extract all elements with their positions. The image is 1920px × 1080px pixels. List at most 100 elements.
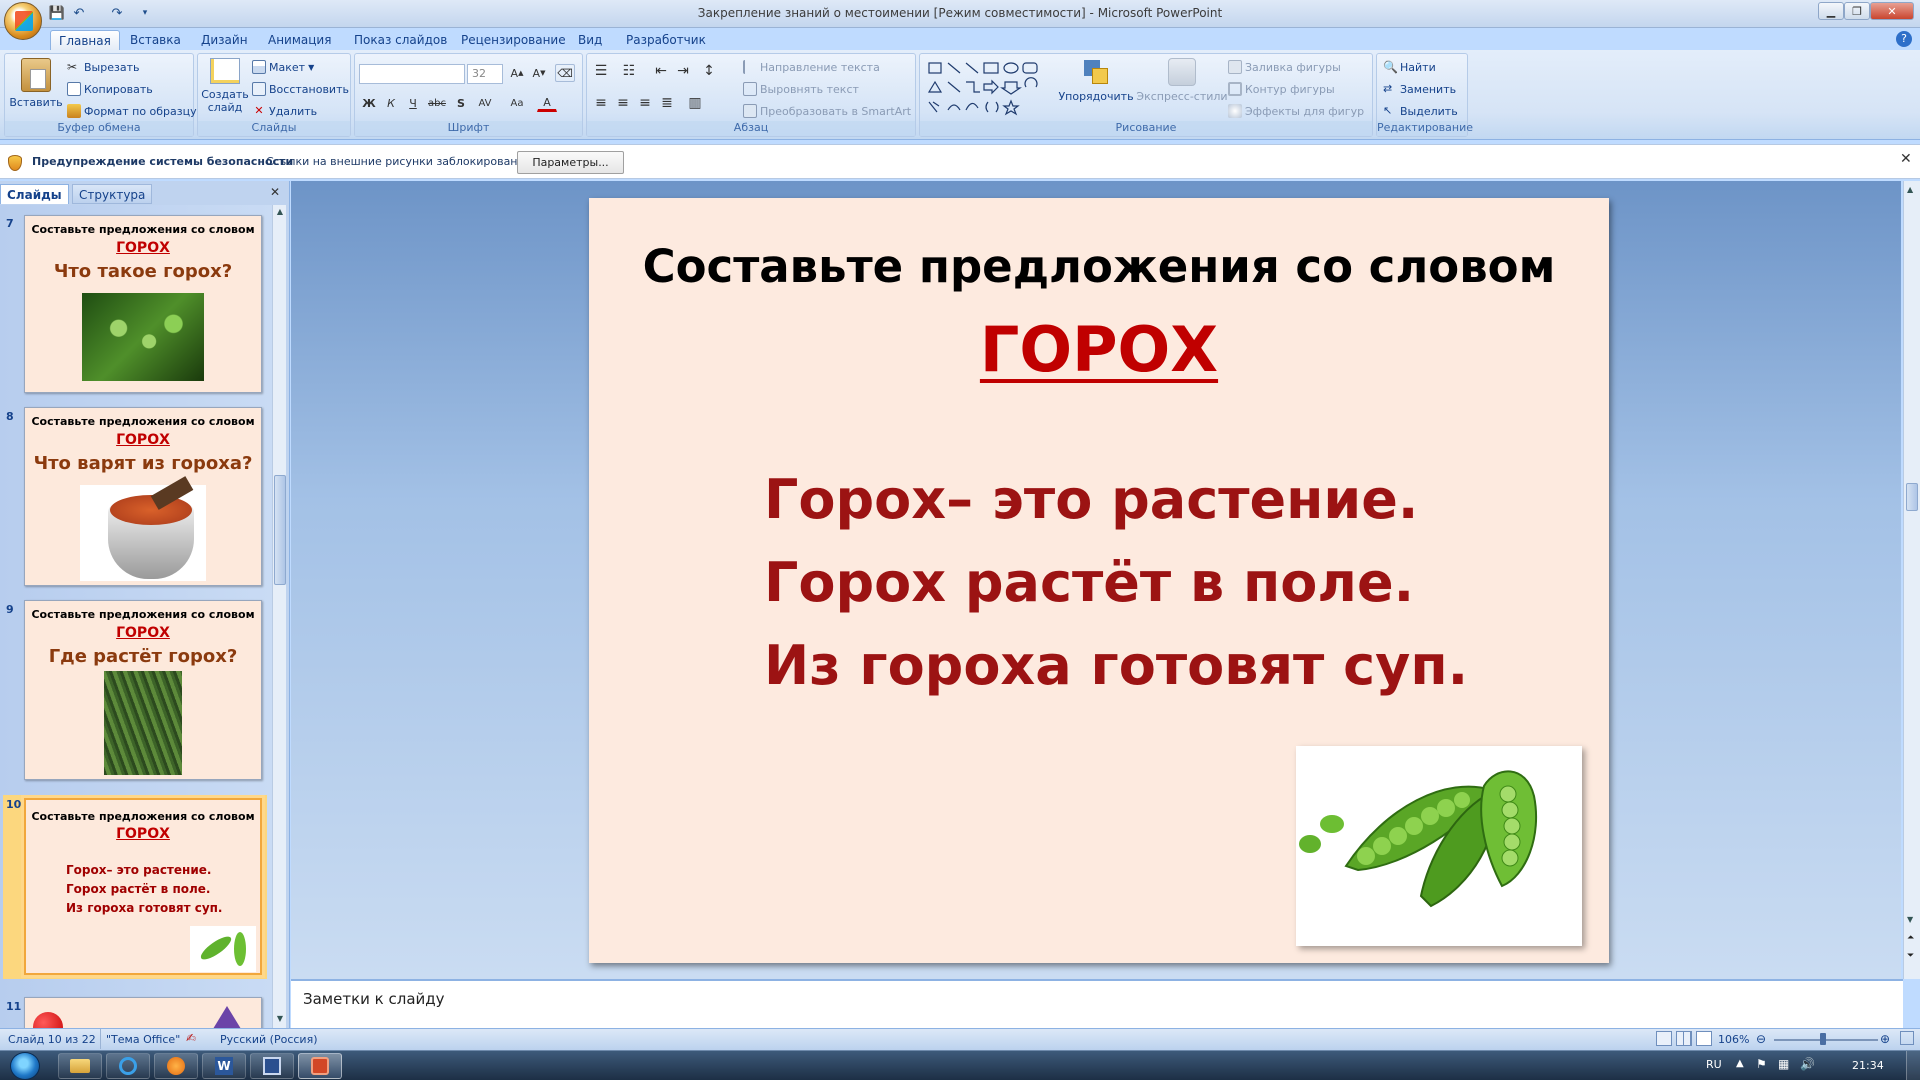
taskbar-media[interactable] [154,1053,198,1079]
tab-outline[interactable]: Структура [72,184,153,204]
office-button[interactable] [4,2,42,40]
font-size-combo[interactable]: 32 [467,64,503,84]
format-painter-button[interactable]: Формат по образцу [67,104,197,118]
strikethrough-icon[interactable]: abc [427,94,447,112]
shapes-gallery-icon[interactable] [926,60,1056,120]
help-icon[interactable]: ? [1896,31,1912,47]
slide-thumbnail-7[interactable]: Составьте предложения со словом ГОРОХ Чт… [24,215,262,393]
slide-thumbnail-9[interactable]: Составьте предложения со словом ГОРОХ Гд… [24,600,262,780]
tab-home[interactable]: Главная [50,30,120,50]
current-slide[interactable]: Составьте предложения со словом ГОРОХ Го… [589,198,1609,963]
security-options-button[interactable]: Параметры... [517,151,624,174]
align-left-icon[interactable]: ≡ [591,94,611,112]
bold-icon[interactable]: Ж [359,94,379,112]
slide-sentence[interactable]: Горох– это растение. [764,468,1418,531]
clock[interactable]: 21:34 [1852,1059,1884,1072]
grow-font-icon[interactable]: A ▲ [507,64,527,82]
show-desktop-button[interactable] [1906,1051,1920,1080]
previous-slide-icon[interactable]: ⏶ [1907,933,1914,943]
smartart-button[interactable]: Преобразовать в SmartArt [743,104,911,118]
next-slide-icon[interactable]: ⏷ [1907,951,1914,961]
scroll-thumb[interactable] [274,475,286,585]
scroll-down-icon[interactable]: ▼ [1907,915,1913,924]
tray-expand-icon[interactable]: ▲ [1736,1058,1744,1069]
flag-icon[interactable]: ⚑ [1756,1057,1767,1071]
paste-button[interactable]: Вставить [9,58,63,120]
underline-icon[interactable]: Ч [403,94,423,112]
zoom-slider-thumb[interactable] [1820,1033,1826,1045]
close-window-button[interactable]: ✕ [1870,2,1914,20]
slide-key-word[interactable]: ГОРОХ [589,313,1609,386]
shape-outline-button[interactable]: Контур фигуры [1228,82,1335,96]
slide-scrollbar[interactable]: ▲ ▼ ⏶ ⏷ [1903,181,1920,979]
line-spacing-icon[interactable]: ↕ [699,62,719,80]
numbering-icon[interactable]: ☷ [619,62,639,80]
change-case-icon[interactable]: Aa [507,94,527,112]
replace-button[interactable]: ⇄ Заменить [1383,82,1456,96]
slide-thumbnail-11[interactable] [24,997,262,1028]
spacing-icon[interactable]: AV [475,94,495,112]
language[interactable]: Русский (Россия) [220,1033,318,1046]
scroll-up-icon[interactable]: ▲ [275,207,285,219]
tab-design[interactable]: Дизайн [193,30,256,50]
tab-insert[interactable]: Вставка [122,30,189,50]
bullets-icon[interactable]: ☰ [591,62,611,80]
arrange-button[interactable]: Упорядочить [1058,58,1134,103]
network-icon[interactable]: ▦ [1778,1057,1789,1071]
align-text-button[interactable]: Выровнять текст [743,82,859,96]
tab-slideshow[interactable]: Показ слайдов [346,30,455,50]
delete-slide-button[interactable]: ✕ Удалить [252,104,317,118]
font-color-icon[interactable]: A [537,94,557,112]
tab-developer[interactable]: Разработчик [618,30,714,50]
slide-sentence[interactable]: Горох растёт в поле. [764,551,1414,614]
copy-button[interactable]: Копировать [67,82,153,96]
zoom-slider[interactable] [1774,1039,1878,1041]
close-icon[interactable]: ✕ [1900,151,1912,167]
slide-thumbnail-10[interactable]: Составьте предложения со словом ГОРОХ Го… [21,795,265,978]
zoom-out-icon[interactable]: ⊖ [1756,1032,1766,1046]
cut-button[interactable]: ✂ Вырезать [67,60,139,74]
taskbar-word[interactable]: W [202,1053,246,1079]
columns-icon[interactable]: ▥ [685,94,705,112]
start-button[interactable] [10,1052,40,1080]
shadow-icon[interactable]: S [451,94,471,112]
slide-sorter-icon[interactable] [1676,1031,1692,1046]
taskbar-ie[interactable] [106,1053,150,1079]
align-center-icon[interactable]: ≡ [613,94,633,112]
slide-sentence[interactable]: Из гороха готовят суп. [764,634,1468,697]
slide-thumbnail-8[interactable]: Составьте предложения со словом ГОРОХ Чт… [24,407,262,586]
scroll-up-icon[interactable]: ▲ [1907,185,1913,194]
pea-pods-image[interactable] [1296,746,1582,946]
zoom-level[interactable]: 106% [1718,1033,1749,1046]
align-right-icon[interactable]: ≡ [635,94,655,112]
shrink-font-icon[interactable]: A ▼ [529,64,549,82]
text-direction-button[interactable]: Направление текста [743,60,880,74]
italic-icon[interactable]: К [381,94,401,112]
volume-icon[interactable]: 🔊 [1800,1057,1815,1071]
justify-icon[interactable]: ≣ [657,94,677,112]
reset-button[interactable]: Восстановить [252,82,349,96]
taskbar-explorer[interactable] [58,1053,102,1079]
tab-animation[interactable]: Анимация [260,30,339,50]
tab-slides[interactable]: Слайды [0,184,69,204]
scroll-down-icon[interactable]: ▼ [275,1014,285,1026]
spellcheck-icon[interactable]: ✍ [186,1031,196,1045]
notes-pane[interactable]: Заметки к слайду [291,979,1903,1028]
taskbar-save-app[interactable] [250,1053,294,1079]
normal-view-icon[interactable] [1656,1031,1672,1046]
slide-heading[interactable]: Составьте предложения со словом [589,240,1609,293]
input-language[interactable]: RU [1706,1058,1722,1071]
clear-format-icon[interactable]: ⌫ [555,64,575,82]
shape-effects-button[interactable]: Эффекты для фигур [1228,104,1364,118]
font-name-combo[interactable] [359,64,465,84]
minimize-button[interactable]: ▁ [1818,2,1844,20]
fit-window-icon[interactable] [1900,1031,1914,1045]
tab-view[interactable]: Вид [570,30,610,50]
taskbar-powerpoint[interactable] [298,1053,342,1079]
layout-button[interactable]: Макет ▼ [252,60,314,74]
thumbnails-scrollbar[interactable]: ▲ ▼ [272,205,286,1028]
find-button[interactable]: 🔍 Найти [1383,60,1436,74]
slideshow-icon[interactable] [1696,1031,1712,1046]
new-slide-button[interactable]: Создать слайд [201,58,249,114]
close-panel-icon[interactable]: ✕ [270,185,280,199]
